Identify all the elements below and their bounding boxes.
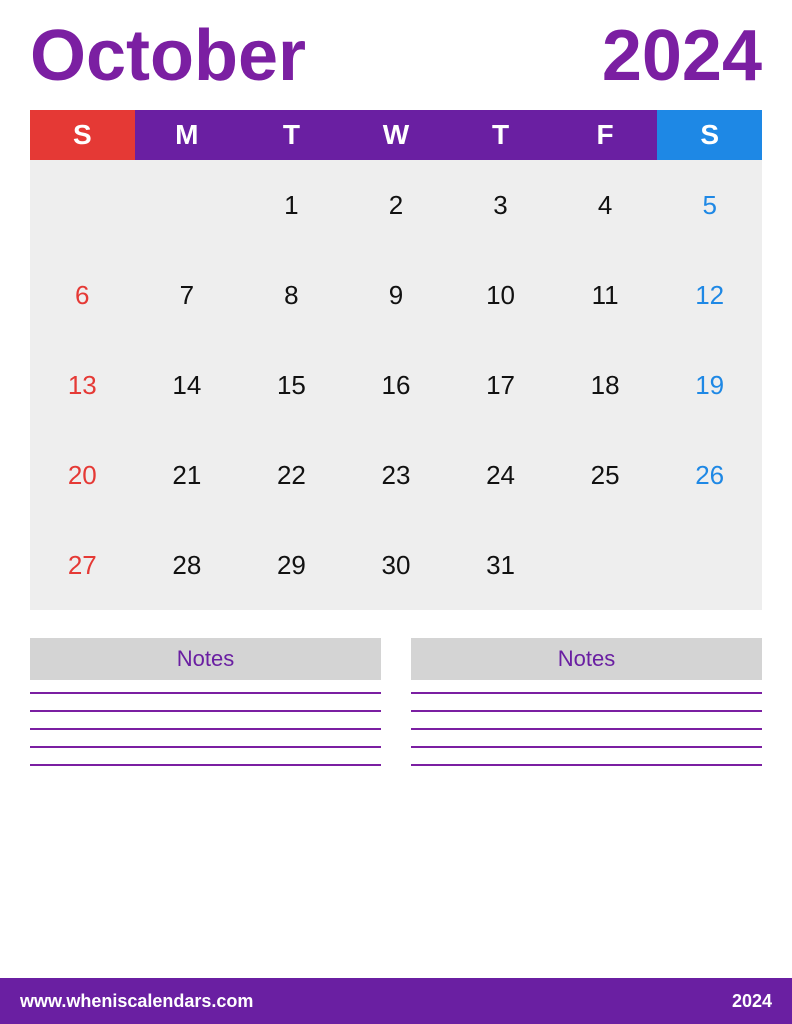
calendar-day-cell: 7 bbox=[135, 250, 240, 340]
notes-left-header: Notes bbox=[30, 638, 381, 680]
footer-url: www.wheniscalendars.com bbox=[20, 991, 253, 1012]
calendar-day-cell: 25 bbox=[553, 430, 658, 520]
calendar-day-cell: 27 bbox=[30, 520, 135, 610]
notes-line bbox=[411, 710, 762, 712]
month-title: October bbox=[30, 20, 306, 92]
calendar-day-cell: 18 bbox=[553, 340, 658, 430]
calendar-day-cell: 31 bbox=[448, 520, 553, 610]
calendar-week-row: 13141516171819 bbox=[30, 340, 762, 430]
calendar-grid: S M T W T F S 12345678910111213141516171… bbox=[30, 110, 762, 610]
notes-left-lines bbox=[30, 692, 381, 766]
notes-section: Notes Notes bbox=[30, 638, 762, 766]
notes-right-block: Notes bbox=[411, 638, 762, 766]
calendar-day-cell bbox=[657, 520, 762, 610]
notes-line bbox=[411, 764, 762, 766]
calendar-day-cell: 6 bbox=[30, 250, 135, 340]
header-thursday: T bbox=[448, 110, 553, 160]
footer-year: 2024 bbox=[732, 991, 772, 1012]
notes-line bbox=[411, 746, 762, 748]
calendar-day-cell: 17 bbox=[448, 340, 553, 430]
header-friday: F bbox=[553, 110, 658, 160]
calendar-day-cell: 3 bbox=[448, 160, 553, 250]
calendar-week-row: 2728293031 bbox=[30, 520, 762, 610]
calendar-day-cell bbox=[30, 160, 135, 250]
calendar-day-cell: 13 bbox=[30, 340, 135, 430]
calendar-day-cell bbox=[135, 160, 240, 250]
footer: www.wheniscalendars.com 2024 bbox=[0, 978, 792, 1024]
calendar-week-row: 20212223242526 bbox=[30, 430, 762, 520]
calendar-day-cell bbox=[553, 520, 658, 610]
calendar-day-cell: 28 bbox=[135, 520, 240, 610]
header-saturday: S bbox=[657, 110, 762, 160]
notes-line bbox=[30, 728, 381, 730]
days-header-row: S M T W T F S bbox=[30, 110, 762, 160]
calendar-day-cell: 14 bbox=[135, 340, 240, 430]
notes-left-block: Notes bbox=[30, 638, 381, 766]
notes-line bbox=[30, 692, 381, 694]
calendar-day-cell: 29 bbox=[239, 520, 344, 610]
calendar-day-cell: 10 bbox=[448, 250, 553, 340]
calendar-day-cell: 22 bbox=[239, 430, 344, 520]
calendar-day-cell: 12 bbox=[657, 250, 762, 340]
calendar-day-cell: 19 bbox=[657, 340, 762, 430]
calendar-week-row: 6789101112 bbox=[30, 250, 762, 340]
notes-right-lines bbox=[411, 692, 762, 766]
calendar-day-cell: 1 bbox=[239, 160, 344, 250]
page: October 2024 S M T W T F S 1234567891011… bbox=[0, 0, 792, 1024]
calendar-day-cell: 30 bbox=[344, 520, 449, 610]
notes-line bbox=[411, 692, 762, 694]
calendar-day-cell: 26 bbox=[657, 430, 762, 520]
calendar-day-cell: 11 bbox=[553, 250, 658, 340]
calendar: S M T W T F S 12345678910111213141516171… bbox=[30, 110, 762, 610]
calendar-day-cell: 8 bbox=[239, 250, 344, 340]
notes-line bbox=[30, 764, 381, 766]
year-title: 2024 bbox=[602, 20, 762, 92]
calendar-day-cell: 4 bbox=[553, 160, 658, 250]
header-monday: M bbox=[135, 110, 240, 160]
calendar-day-cell: 24 bbox=[448, 430, 553, 520]
calendar-day-cell: 20 bbox=[30, 430, 135, 520]
notes-right-header: Notes bbox=[411, 638, 762, 680]
calendar-day-cell: 16 bbox=[344, 340, 449, 430]
calendar-day-cell: 5 bbox=[657, 160, 762, 250]
calendar-day-cell: 2 bbox=[344, 160, 449, 250]
header: October 2024 bbox=[30, 20, 762, 92]
calendar-day-cell: 15 bbox=[239, 340, 344, 430]
calendar-day-cell: 9 bbox=[344, 250, 449, 340]
header-wednesday: W bbox=[344, 110, 449, 160]
calendar-day-cell: 23 bbox=[344, 430, 449, 520]
notes-line bbox=[30, 746, 381, 748]
header-tuesday: T bbox=[239, 110, 344, 160]
notes-line bbox=[30, 710, 381, 712]
notes-line bbox=[411, 728, 762, 730]
calendar-day-cell: 21 bbox=[135, 430, 240, 520]
header-sunday: S bbox=[30, 110, 135, 160]
calendar-week-row: 12345 bbox=[30, 160, 762, 250]
